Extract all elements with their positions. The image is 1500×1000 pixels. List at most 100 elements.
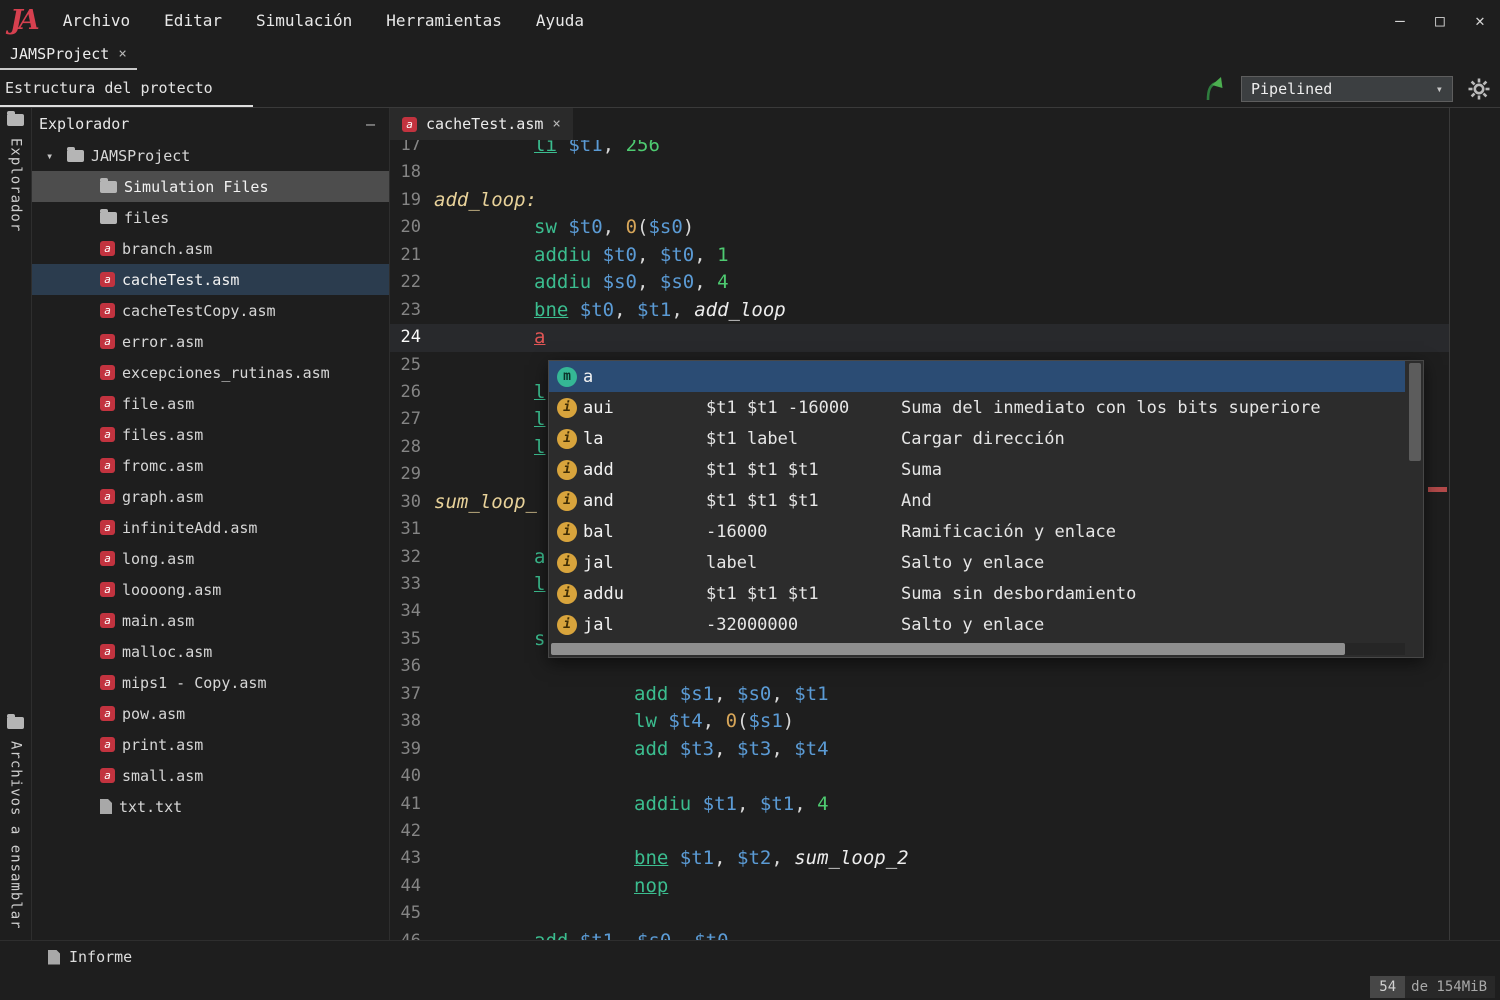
tree-item-loooong-asm[interactable]: aloooong.asm [32,574,389,605]
code-text: add $s1, $s0, $t1 [434,681,829,708]
code-line-23[interactable]: 23bne $t0, $t1, add_loop [390,297,1449,324]
rail-explorador-tab[interactable]: Explorador [0,114,31,232]
autocomplete-item-jal[interactable]: ijal-32000000Salto y enlace [549,609,1405,640]
tree-item-jamsproject[interactable]: ▾JAMSProject [32,140,389,171]
jams-logo: JA [10,5,36,36]
code-line-42[interactable]: 42 [390,818,1449,845]
menu-editar[interactable]: Editar [147,11,239,30]
tree-item-long-asm[interactable]: along.asm [32,543,389,574]
line-number: 36 [390,653,434,680]
instruction-info-icon: i [557,429,577,449]
tab-jamsproject[interactable]: JAMSProject × [0,40,137,70]
tab-cachetest-asm[interactable]: a cacheTest.asm × [390,108,573,140]
close-icon[interactable]: ✕ [1460,11,1500,30]
close-icon[interactable]: × [552,116,560,132]
tree-item-branch-asm[interactable]: abranch.asm [32,233,389,264]
tree-item-print-asm[interactable]: aprint.asm [32,729,389,760]
tree-item-graph-asm[interactable]: agraph.asm [32,481,389,512]
code-line-20[interactable]: 20sw $t0, 0($s0) [390,214,1449,241]
tree-item-files-asm[interactable]: afiles.asm [32,419,389,450]
code-line-41[interactable]: 41addiu $t1, $t1, 4 [390,791,1449,818]
tree-item-cachetest-asm[interactable]: acacheTest.asm [32,264,389,295]
code-line-18[interactable]: 18 [390,159,1449,186]
code-line-22[interactable]: 22addiu $s0, $s0, 4 [390,269,1449,296]
code-text: bne $t1, $t2, sum_loop_2 [434,845,909,872]
asm-file-icon: a [100,675,115,690]
autocomplete-item-add[interactable]: iadd$t1 $t1 $t1Suma [549,454,1405,485]
code-line-38[interactable]: 38lw $t4, 0($s1) [390,708,1449,735]
error-marker[interactable] [1428,487,1447,492]
rail-archivos-tab[interactable]: Archivos a ensamblar [0,717,31,930]
tree-item-pow-asm[interactable]: apow.asm [32,698,389,729]
suggestion-description: And [901,491,1405,511]
code-line-37[interactable]: 37add $s1, $s0, $t1 [390,681,1449,708]
code-line-40[interactable]: 40 [390,763,1449,790]
tree-item-label: Simulation Files [124,178,269,196]
tree-item-excepciones-rutinas-asm[interactable]: aexcepciones_rutinas.asm [32,357,389,388]
informe-tab[interactable]: Informe [0,948,132,966]
autocomplete-item-jal[interactable]: ijallabelSalto y enlace [549,547,1405,578]
code-text [434,516,534,543]
tree-item-infiniteadd-asm[interactable]: ainfiniteAdd.asm [32,512,389,543]
code-line-19[interactable]: 19add_loop: [390,187,1449,214]
memory-total: de 154MiB [1405,979,1495,995]
tree-item-file-asm[interactable]: afile.asm [32,388,389,419]
tree-item-malloc-asm[interactable]: amalloc.asm [32,636,389,667]
code-line-21[interactable]: 21addiu $t0, $t0, 1 [390,242,1449,269]
menu-archivo[interactable]: Archivo [46,11,147,30]
code-line-39[interactable]: 39add $t3, $t3, $t4 [390,736,1449,763]
autocomplete-item-and[interactable]: iand$t1 $t1 $t1And [549,485,1405,516]
tree-item-simulation-files[interactable]: Simulation Files [32,171,389,202]
line-number: 21 [390,242,434,269]
maximize-icon[interactable]: □ [1420,11,1460,30]
code-line-43[interactable]: 43bne $t1, $t2, sum_loop_2 [390,845,1449,872]
code-line-45[interactable]: 45 [390,900,1449,927]
tree-item-small-asm[interactable]: asmall.asm [32,760,389,791]
autocomplete-item-a[interactable]: ma [549,361,1405,392]
rail-archivos-label[interactable]: Archivos a ensamblar [8,741,24,930]
tree-item-error-asm[interactable]: aerror.asm [32,326,389,357]
line-number: 31 [390,516,434,543]
tree-item-txt-txt[interactable]: txt.txt [32,791,389,822]
tree-item-cachetestcopy-asm[interactable]: acacheTestCopy.asm [32,295,389,326]
scrollbar-thumb[interactable] [1409,363,1421,461]
code-line-46[interactable]: 46add $t1, $s0, $t0 [390,928,1449,940]
code-text: a [434,544,545,571]
autocomplete-horizontal-scrollbar[interactable] [551,643,1405,655]
scrollbar-thumb[interactable] [551,643,1345,655]
menu-herramientas[interactable]: Herramientas [369,11,519,30]
menu-ayuda[interactable]: Ayuda [519,11,601,30]
line-number: 27 [390,406,434,433]
line-number: 40 [390,763,434,790]
gear-icon[interactable] [1468,78,1490,100]
close-icon[interactable]: × [118,46,126,62]
tree-item-label: error.asm [122,333,203,351]
minimize-icon[interactable]: – [1380,11,1420,30]
tree-item-main-asm[interactable]: amain.asm [32,605,389,636]
autocomplete-item-bal[interactable]: ibal-16000Ramificación y enlace [549,516,1405,547]
pipeline-select-value: Pipelined [1251,80,1332,98]
autocomplete-item-addu[interactable]: iaddu$t1 $t1 $t1Suma sin desbordamiento [549,578,1405,609]
line-number: 39 [390,736,434,763]
code-line-24[interactable]: 24a [390,324,1449,351]
autocomplete-item-aui[interactable]: iaui$t1 $t1 -16000Suma del inmediato con… [549,392,1405,423]
memory-indicator[interactable]: 54 de 154MiB [1370,976,1495,998]
left-rail: Explorador Archivos a ensamblar [0,108,32,940]
code-text [434,352,534,379]
chevron-down-icon: ▾ [1436,82,1443,96]
autocomplete-vertical-scrollbar[interactable] [1409,363,1421,639]
autocomplete-item-la[interactable]: ila$t1 labelCargar dirección [549,423,1405,454]
pipeline-select[interactable]: Pipelined ▾ [1241,76,1453,102]
tab-estructura-del-proyecto[interactable]: Estructura del protecto [0,70,253,107]
asm-file-icon: a [100,365,115,380]
tree-item-fromc-asm[interactable]: afromc.asm [32,450,389,481]
rail-explorador-label[interactable]: Explorador [8,138,24,232]
tree-item-mips1-copy-asm[interactable]: amips1 - Copy.asm [32,667,389,698]
folder-icon [100,181,117,193]
code-line-44[interactable]: 44nop [390,873,1449,900]
collapse-icon[interactable]: — [366,115,375,133]
tree-item-files[interactable]: files [32,202,389,233]
chevron-down-icon[interactable]: ▾ [46,149,60,163]
run-icon[interactable] [1202,75,1226,102]
menu-simulacion[interactable]: Simulación [239,11,369,30]
